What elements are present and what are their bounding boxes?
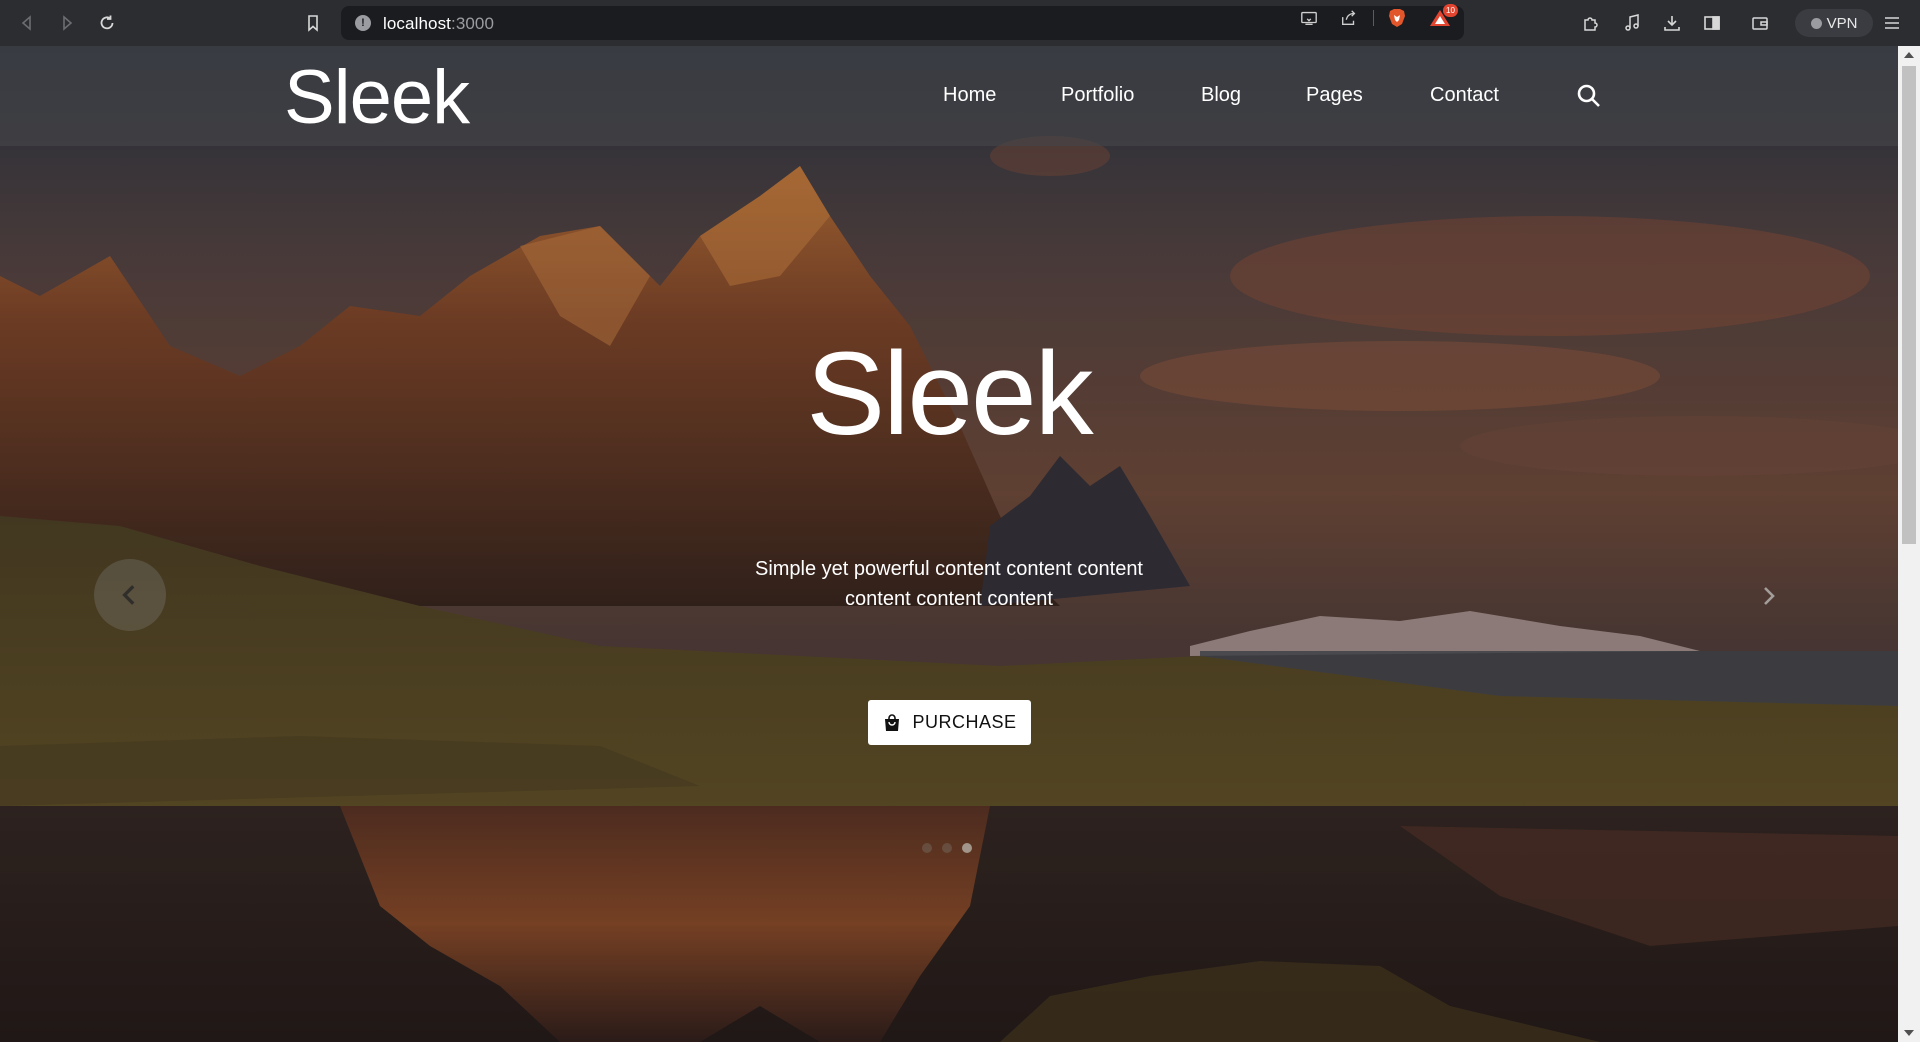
nav-link-pages[interactable]: Pages: [1306, 84, 1363, 107]
shopping-bag-icon: [885, 713, 900, 731]
nav-link-blog[interactable]: Blog: [1201, 84, 1241, 107]
slider-next-button[interactable]: [1750, 578, 1786, 614]
back-icon[interactable]: [12, 8, 42, 38]
toolbar-divider: [1373, 10, 1374, 26]
page-scrollbar[interactable]: [1898, 46, 1920, 1042]
forward-icon[interactable]: [52, 8, 82, 38]
scroll-thumb[interactable]: [1902, 66, 1916, 544]
vpn-label: VPN: [1826, 14, 1858, 32]
purchase-button-label: PURCHASE: [912, 712, 1017, 732]
menu-icon[interactable]: [1877, 8, 1907, 38]
site-info-icon[interactable]: !: [355, 15, 371, 31]
sidebar-icon[interactable]: [1697, 8, 1727, 38]
hero-slider: Sleek Home Portfolio Blog Pages Contact …: [0, 46, 1898, 1042]
wallet-icon[interactable]: [1745, 8, 1775, 38]
scroll-up-arrow[interactable]: [1904, 52, 1914, 58]
slider-dot[interactable]: [942, 843, 952, 853]
page-viewport: Sleek Home Portfolio Blog Pages Contact …: [0, 46, 1898, 1042]
address-bar[interactable]: ! localhost:3000: [341, 6, 1464, 40]
bookmark-icon[interactable]: [298, 8, 328, 38]
url-text[interactable]: localhost:3000: [383, 14, 494, 34]
vpn-status-dot: [1810, 17, 1822, 29]
media-icon[interactable]: [1617, 8, 1647, 38]
slider-dot-active[interactable]: [962, 843, 972, 853]
extensions-icon[interactable]: [1576, 8, 1606, 38]
site-logo[interactable]: Sleek: [284, 54, 470, 141]
nav-link-home[interactable]: Home: [943, 84, 996, 107]
chevron-right-icon: [1764, 587, 1775, 605]
browser-toolbar: ! localhost:3000 10 VPN: [0, 0, 1920, 46]
slider-dot[interactable]: [922, 843, 932, 853]
hero-title: Sleek: [806, 328, 1093, 460]
vpn-button[interactable]: VPN: [1795, 9, 1873, 37]
chevron-left-icon: [122, 585, 135, 605]
search-icon[interactable]: [1576, 83, 1602, 109]
site-navbar: Sleek Home Portfolio Blog Pages Contact: [0, 46, 1898, 146]
purchase-button[interactable]: PURCHASE: [868, 700, 1031, 745]
cast-icon[interactable]: [1298, 7, 1320, 29]
slider-pagination: [922, 843, 972, 853]
scroll-down-arrow[interactable]: [1904, 1030, 1914, 1036]
downloads-icon[interactable]: [1657, 8, 1687, 38]
nav-link-portfolio[interactable]: Portfolio: [1061, 84, 1134, 107]
brave-shields-icon[interactable]: [1386, 7, 1408, 29]
notification-badge: 10: [1443, 4, 1458, 17]
nav-link-contact[interactable]: Contact: [1430, 84, 1499, 107]
hero-subtitle: Simple yet powerful content content cont…: [754, 558, 1143, 610]
slider-prev-button[interactable]: [94, 559, 166, 631]
share-icon[interactable]: [1338, 7, 1360, 29]
hero-background-image: [0, 46, 1898, 1042]
reload-icon[interactable]: [92, 8, 122, 38]
